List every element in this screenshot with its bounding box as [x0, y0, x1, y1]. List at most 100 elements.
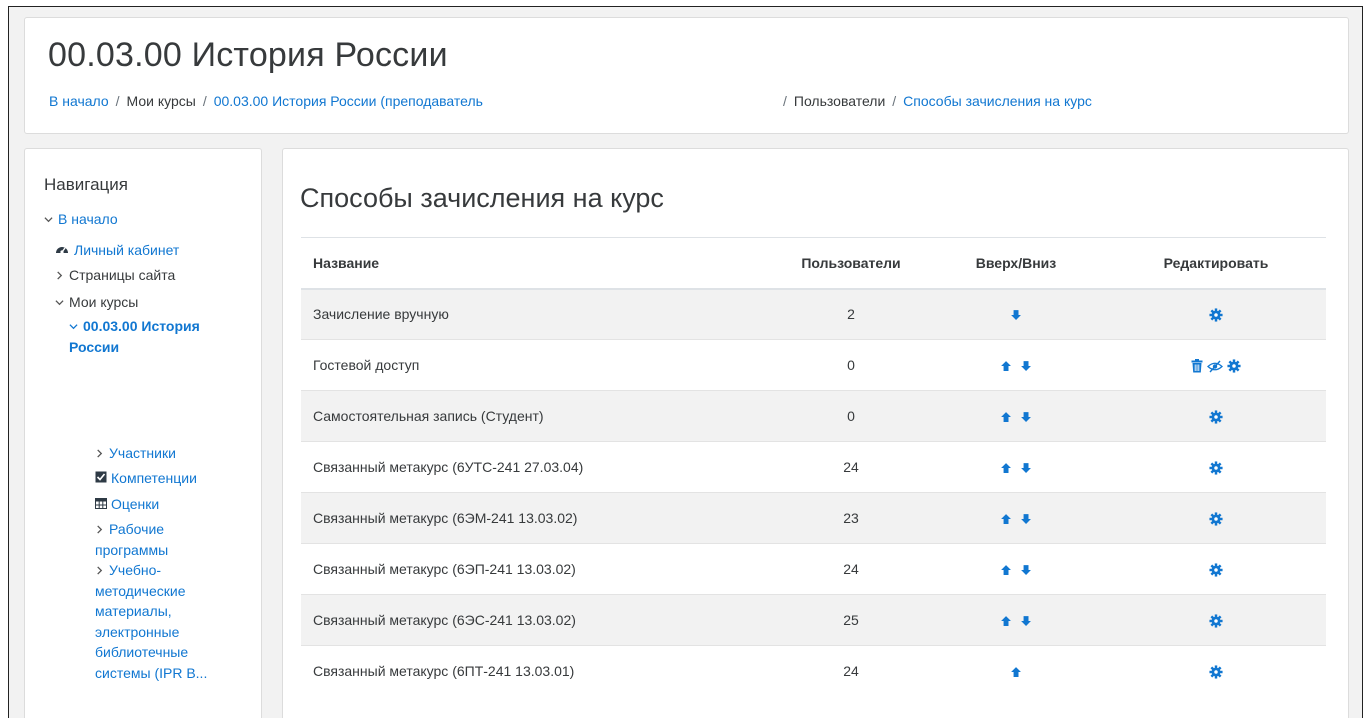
enrolment-users-count: 2	[776, 288, 926, 340]
enrolment-users-count: 24	[776, 645, 926, 697]
move-controls	[926, 339, 1106, 391]
navigation-block: Навигация В начало Личный кабинет Страни…	[24, 148, 262, 718]
breadcrumb-current-link[interactable]: Способы зачисления на курс	[903, 93, 1092, 109]
breadcrumb-users: Пользователи	[793, 93, 886, 109]
table-row: Связанный метакурс (6ЭМ-241 13.03.02) 23	[301, 492, 1326, 544]
move-controls	[926, 543, 1106, 595]
nav-materials-label-5: библиотечные	[95, 644, 189, 660]
chevron-down-icon	[55, 294, 69, 314]
chevron-down-icon	[69, 318, 83, 338]
arrow-down-icon[interactable]	[1018, 613, 1034, 629]
nav-dashboard-label: Личный кабинет	[74, 242, 180, 258]
move-controls	[926, 594, 1106, 646]
enrolment-method-name: Связанный метакурс (6ПТ-241 13.03.01)	[301, 645, 776, 697]
breadcrumb: В начало / Мои курсы / 00.03.00 История Росс…	[49, 93, 483, 109]
nav-current-course-line2[interactable]: России	[69, 337, 119, 357]
chevron-right-icon	[95, 560, 109, 581]
enrolment-method-name: Связанный метакурс (6УТС-241 27.03.04)	[301, 441, 776, 493]
arrow-up-icon[interactable]	[998, 511, 1014, 527]
breadcrumb-my-courses: Мои курсы	[126, 93, 196, 109]
breadcrumb-separator: /	[202, 93, 207, 109]
section-title: Способы зачисления на курс	[300, 183, 664, 213]
gear-icon[interactable]	[1209, 614, 1223, 628]
table-row: Зачисление вручную 2	[301, 288, 1326, 340]
nav-home-label: В начало	[58, 211, 118, 227]
nav-site-pages[interactable]: Страницы сайта	[55, 265, 175, 287]
enrolment-method-name: Связанный метакурс (6ЭП-241 13.03.02)	[301, 543, 776, 595]
arrow-up-icon[interactable]	[998, 409, 1014, 425]
edit-controls	[1106, 288, 1326, 340]
table-row: Связанный метакурс (6ПТ-241 13.03.01) 24	[301, 645, 1326, 697]
nav-dashboard[interactable]: Личный кабинет	[55, 240, 179, 262]
chevron-down-icon	[44, 211, 58, 231]
gear-icon[interactable]	[1209, 512, 1223, 526]
arrow-down-icon[interactable]	[1018, 511, 1034, 527]
page-header: 00.03.00 История России В начало / Мои кур…	[24, 17, 1349, 134]
trash-icon[interactable]	[1191, 359, 1203, 373]
nav-competencies[interactable]: Компетенции	[95, 468, 197, 490]
arrow-up-icon[interactable]	[998, 562, 1014, 578]
edit-controls	[1106, 543, 1326, 595]
gear-icon[interactable]	[1209, 563, 1223, 577]
gear-icon[interactable]	[1209, 665, 1223, 679]
navigation-title: Навигация	[44, 175, 128, 194]
move-controls	[926, 390, 1106, 442]
arrow-down-icon[interactable]	[1018, 460, 1034, 476]
arrow-down-icon[interactable]	[1008, 307, 1024, 323]
arrow-down-icon[interactable]	[1018, 562, 1034, 578]
gear-icon[interactable]	[1227, 359, 1241, 373]
nav-work-programs[interactable]: Рабочие программы Учебно- методические м…	[95, 519, 207, 683]
nav-materials-label-3: материалы,	[95, 603, 172, 619]
nav-grades-label: Оценки	[111, 496, 160, 512]
enrolment-method-name: Гостевой доступ	[301, 339, 776, 391]
enrolment-method-name: Связанный метакурс (6ЭС-241 13.03.02)	[301, 594, 776, 646]
arrow-down-icon[interactable]	[1018, 358, 1034, 374]
breadcrumb-separator: /	[115, 93, 120, 109]
table-row: Связанный метакурс (6ЭС-241 13.03.02) 25	[301, 594, 1326, 646]
table-header-row: Название Пользователи Вверх/Вниз Редакти…	[301, 237, 1326, 290]
nav-competencies-label: Компетенции	[111, 470, 197, 486]
arrow-down-icon[interactable]	[1018, 409, 1034, 425]
breadcrumb-separator: /	[892, 93, 897, 109]
gear-icon[interactable]	[1209, 410, 1223, 424]
page-title: 00.03.00 История России	[48, 36, 448, 74]
column-header-name: Название	[301, 237, 776, 290]
edit-controls	[1106, 594, 1326, 646]
nav-grades[interactable]: Оценки	[95, 494, 159, 516]
edit-controls	[1106, 645, 1326, 697]
breadcrumb-separator: /	[783, 93, 787, 109]
enrolment-method-name: Связанный метакурс (6ЭМ-241 13.03.02)	[301, 492, 776, 544]
gear-icon[interactable]	[1209, 308, 1223, 322]
table-row: Связанный метакурс (6ЭП-241 13.03.02) 24	[301, 543, 1326, 595]
enrolment-method-name: Зачисление вручную	[301, 288, 776, 340]
enrolment-users-count: 25	[776, 594, 926, 646]
edit-controls	[1106, 441, 1326, 493]
nav-current-course[interactable]: 00.03.00 История	[69, 316, 200, 338]
breadcrumb-home-link[interactable]: В начало	[49, 93, 109, 109]
enrolment-users-count: 24	[776, 543, 926, 595]
nav-work-programs-label: Рабочие	[109, 521, 165, 537]
breadcrumb-course-link[interactable]: 00.03.00 История России (преподаватель	[214, 93, 483, 109]
nav-current-course-label: 00.03.00 История	[83, 318, 200, 334]
nav-materials-label-6: системы (IPR B...	[95, 664, 208, 681]
enrolment-users-count: 24	[776, 441, 926, 493]
move-controls	[926, 645, 1106, 697]
eye-slash-icon[interactable]	[1207, 360, 1223, 373]
enrolment-users-count: 0	[776, 390, 926, 442]
main-content: Способы зачисления на курс Название Поль…	[282, 148, 1349, 718]
gear-icon[interactable]	[1209, 461, 1223, 475]
arrow-up-icon[interactable]	[998, 460, 1014, 476]
nav-my-courses[interactable]: Мои курсы	[55, 292, 138, 314]
page-background: 00.03.00 История России В начало / Мои кур…	[8, 6, 1363, 718]
nav-home[interactable]: В начало	[44, 209, 118, 231]
arrow-up-icon[interactable]	[998, 613, 1014, 629]
nav-materials-label-2: методические	[95, 582, 186, 599]
chevron-right-icon	[95, 519, 109, 540]
arrow-up-icon[interactable]	[1008, 664, 1024, 680]
arrow-up-icon[interactable]	[998, 358, 1014, 374]
move-controls	[926, 441, 1106, 493]
nav-participants[interactable]: Участники	[95, 443, 176, 465]
move-controls	[926, 492, 1106, 544]
table-row: Самостоятельная запись (Студент) 0	[301, 390, 1326, 442]
column-header-users: Пользователи	[776, 237, 926, 290]
